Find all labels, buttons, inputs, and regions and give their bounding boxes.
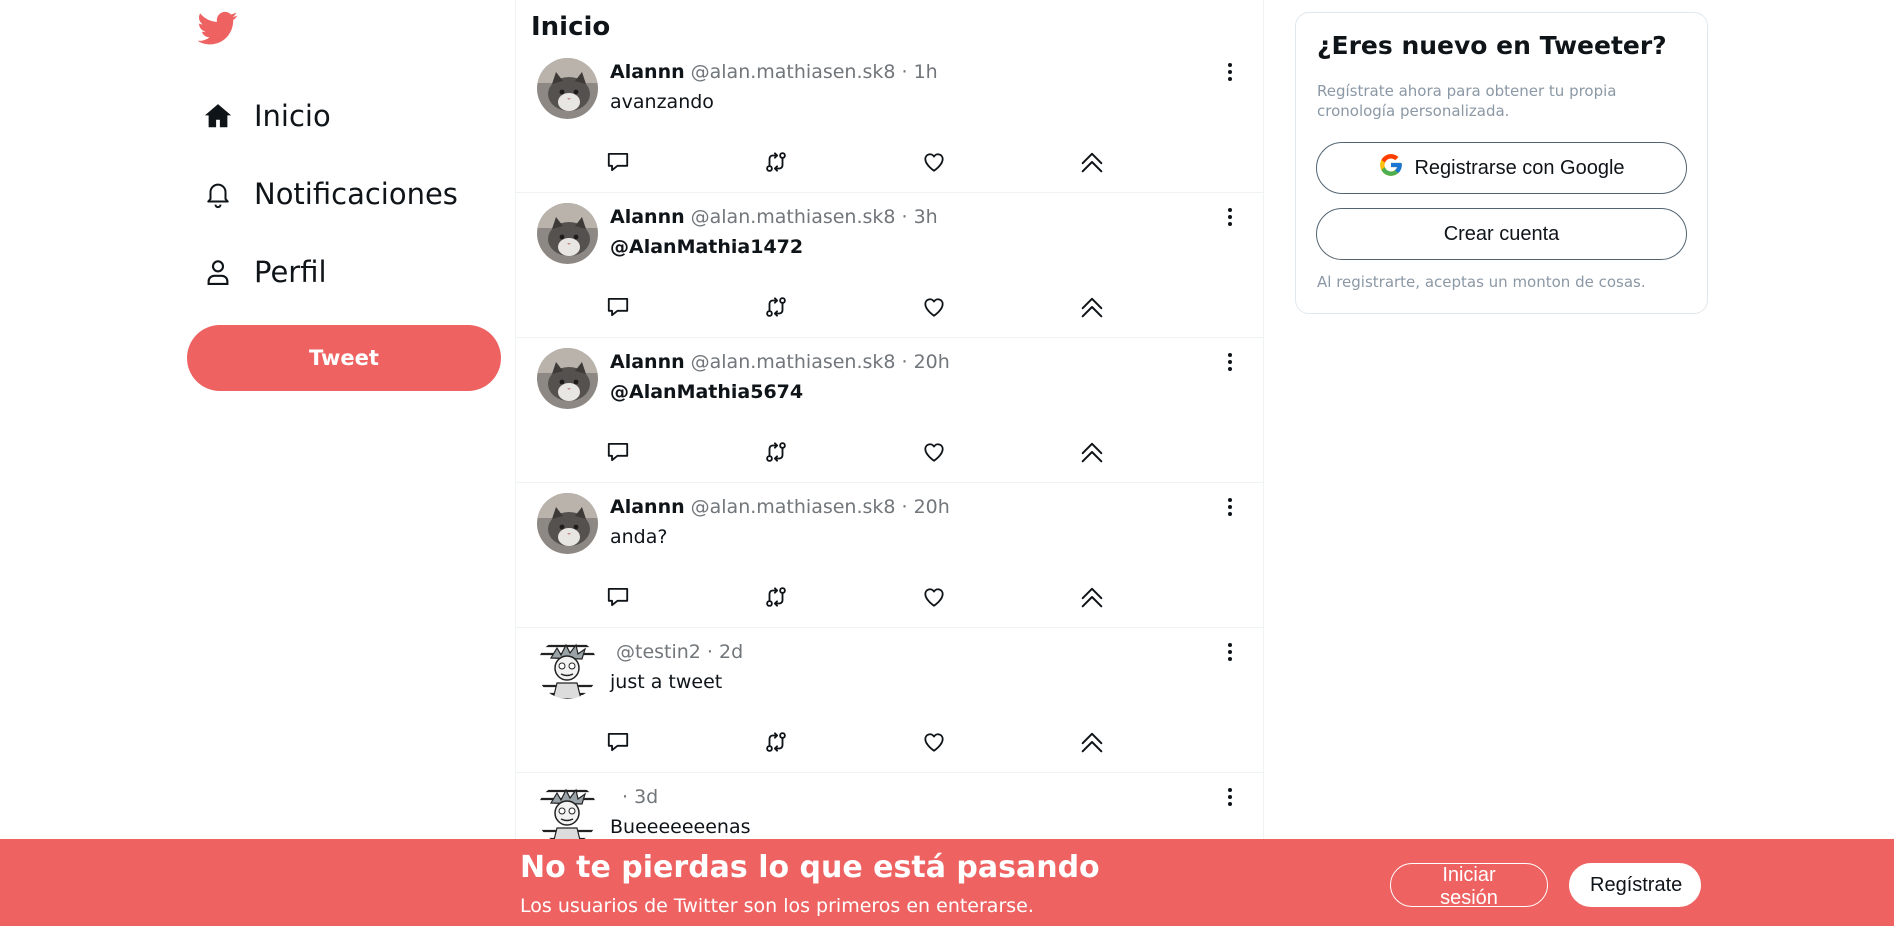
tweet-author-name[interactable]: Alannn (610, 61, 685, 83)
tweet-header: Alannn @alan.mathiasen.sk8 · 20h (610, 351, 950, 373)
like-icon[interactable] (917, 580, 951, 614)
google-signup-label: Registrarse con Google (1414, 156, 1625, 179)
more-options-icon[interactable] (1216, 203, 1244, 231)
tweet-handle[interactable]: @alan.mathiasen.sk8 (691, 61, 896, 83)
reply-icon[interactable] (601, 435, 635, 469)
bird-icon[interactable] (197, 8, 238, 48)
reply-icon[interactable] (601, 145, 635, 179)
share-icon[interactable] (1075, 725, 1109, 759)
reply-icon[interactable] (601, 290, 635, 324)
nav-label: Perfil (254, 255, 327, 289)
signup-description: Regístrate ahora para obtener tu propia … (1317, 82, 1617, 120)
more-options-icon[interactable] (1216, 493, 1244, 521)
bell-icon (202, 178, 234, 210)
tweet-header: @testin2 · 2d (610, 641, 743, 663)
tweet-header: Alannn @alan.mathiasen.sk8 · 3h (610, 206, 938, 228)
reply-icon[interactable] (601, 725, 635, 759)
nav-label: Notificaciones (254, 177, 458, 211)
banner-title: No te pierdas lo que está pasando (520, 850, 1100, 885)
tweet-time: · 3h (901, 206, 938, 228)
avatar[interactable] (537, 348, 598, 409)
tweet[interactable]: Alannn @alan.mathiasen.sk8 · 1h avanzand… (516, 48, 1263, 193)
retweet-icon[interactable] (759, 290, 793, 324)
tweet[interactable]: @testin2 · 2d just a tweet (516, 628, 1263, 773)
more-options-icon[interactable] (1216, 348, 1244, 376)
tweet-handle[interactable]: @alan.mathiasen.sk8 (691, 351, 896, 373)
tweet-text: @AlanMathia5674 (610, 381, 804, 403)
nav-label: Inicio (254, 99, 331, 133)
feed: Inicio Alannn @alan.mathiasen.sk8 · 1h a… (515, 0, 1264, 926)
register-button[interactable]: Regístrate (1569, 863, 1701, 907)
tweet-text: anda? (610, 526, 668, 548)
retweet-icon[interactable] (759, 725, 793, 759)
retweet-icon[interactable] (759, 580, 793, 614)
sidebar: Inicio Notificaciones Perfil Tweet (187, 0, 501, 926)
like-icon[interactable] (917, 435, 951, 469)
login-button[interactable]: Iniciar sesión (1390, 863, 1548, 909)
tweet-header: Alannn @alan.mathiasen.sk8 · 20h (610, 496, 950, 518)
retweet-icon[interactable] (759, 435, 793, 469)
signup-title: ¿Eres nuevo en Tweeter? (1317, 31, 1667, 60)
tweet-handle[interactable]: @testin2 (616, 641, 701, 663)
like-icon[interactable] (917, 290, 951, 324)
tweet-header: Alannn @alan.mathiasen.sk8 · 1h (610, 61, 938, 83)
like-icon[interactable] (917, 725, 951, 759)
tweet-header: · 3d (610, 786, 658, 808)
tweet-author-name[interactable]: Alannn (610, 351, 685, 373)
nav-item-perfil[interactable]: Perfil (202, 247, 327, 297)
tweet-button[interactable]: Tweet (187, 325, 501, 391)
home-icon (202, 100, 234, 132)
tweet-text: avanzando (610, 91, 714, 113)
google-signup-button[interactable]: Registrarse con Google (1316, 142, 1687, 194)
retweet-icon[interactable] (759, 145, 793, 179)
nav-item-notificaciones[interactable]: Notificaciones (202, 169, 458, 219)
more-options-icon[interactable] (1216, 638, 1244, 666)
tweet[interactable]: Alannn @alan.mathiasen.sk8 · 3h @AlanMat… (516, 193, 1263, 338)
tweet-time: · 20h (901, 496, 950, 518)
more-options-icon[interactable] (1216, 58, 1244, 86)
page-title: Inicio (531, 12, 611, 42)
signup-banner: No te pierdas lo que está pasando Los us… (0, 839, 1894, 926)
share-icon[interactable] (1075, 145, 1109, 179)
share-icon[interactable] (1075, 435, 1109, 469)
tweet-time: · 1h (901, 61, 938, 83)
tweet[interactable]: Alannn @alan.mathiasen.sk8 · 20h anda? (516, 483, 1263, 628)
nav-item-inicio[interactable]: Inicio (202, 91, 331, 141)
avatar[interactable] (537, 58, 598, 119)
more-options-icon[interactable] (1216, 783, 1244, 811)
user-icon (202, 256, 234, 288)
tweet-text: just a tweet (610, 671, 723, 693)
avatar[interactable] (537, 493, 598, 554)
share-icon[interactable] (1075, 290, 1109, 324)
tweet-author-name[interactable]: Alannn (610, 496, 685, 518)
reply-icon[interactable] (601, 580, 635, 614)
google-icon (1378, 152, 1404, 184)
share-icon[interactable] (1075, 580, 1109, 614)
signup-footer: Al registrarte, aceptas un monton de cos… (1317, 273, 1646, 291)
tweet-handle[interactable]: @alan.mathiasen.sk8 (691, 496, 896, 518)
signup-card: ¿Eres nuevo en Tweeter? Regístrate ahora… (1295, 12, 1708, 314)
tweet-time: · 3d (622, 786, 659, 808)
tweet-time: · 2d (706, 641, 744, 663)
tweet[interactable]: Alannn @alan.mathiasen.sk8 · 20h @AlanMa… (516, 338, 1263, 483)
tweet-handle[interactable]: @alan.mathiasen.sk8 (691, 206, 896, 228)
like-icon[interactable] (917, 145, 951, 179)
avatar[interactable] (537, 203, 598, 264)
tweet-author-name[interactable]: Alannn (610, 206, 685, 228)
avatar[interactable] (537, 638, 598, 699)
create-account-button[interactable]: Crear cuenta (1316, 208, 1687, 260)
tweet-time: · 20h (901, 351, 950, 373)
avatar[interactable] (537, 783, 598, 844)
tweet-text: Bueeeeeeenas (610, 816, 751, 838)
banner-subtitle: Los usuarios de Twitter son los primeros… (520, 895, 1034, 917)
tweet-text: @AlanMathia1472 (610, 236, 804, 258)
